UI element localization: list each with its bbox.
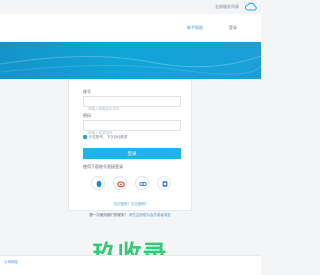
other-login-label: 使用下面账号直接登录: [83, 164, 123, 169]
account-label: 账号: [83, 89, 91, 94]
login-card: 账号 密码 记住账号，下次自动登录 登录 使用下面账号直接登录: [68, 79, 192, 211]
weibo-login-button[interactable]: [113, 176, 127, 190]
register-prompt: 第一次使用我们的服务？ 请先注册成为会员或者绑定: [68, 213, 192, 223]
top-utility-bar: 全部服务列表: [0, 0, 261, 14]
alipay-login-button[interactable]: [135, 176, 149, 190]
services-list-link[interactable]: 全部服务列表: [215, 4, 239, 10]
register-link[interactable]: 请先注册成为会员或者绑定: [129, 213, 171, 217]
qq-login-button[interactable]: [91, 176, 105, 190]
baidu-login-button[interactable]: [157, 176, 171, 190]
cloud-icon[interactable]: [245, 2, 257, 11]
alipay-icon: [138, 181, 147, 186]
password-label: 密码: [83, 113, 91, 118]
footer: 公司网站: [0, 255, 261, 275]
forgot-password-link[interactable]: 忘记密码？忘记密码？: [69, 202, 193, 207]
banner-decoration: [0, 55, 261, 75]
password-field-wrapper: [83, 120, 181, 138]
remember-checkbox[interactable]: [83, 135, 87, 139]
help-link[interactable]: 新手帮助: [187, 25, 203, 31]
account-field-wrapper: [83, 96, 181, 114]
remember-label: 记住账号，下次自动登录: [89, 134, 128, 139]
header: [0, 14, 261, 42]
footer-link[interactable]: 公司网站: [4, 260, 18, 265]
header-login-link[interactable]: 登录: [229, 25, 237, 31]
baidu-icon: [162, 180, 167, 187]
account-input[interactable]: [84, 104, 180, 114]
first-time-label: 第一次使用我们的服务？: [89, 213, 128, 217]
qq-icon: [96, 180, 101, 187]
login-button[interactable]: 登录: [83, 148, 181, 159]
weibo-icon: [116, 180, 125, 187]
login-page: 全部服务列表 新手帮助 登录 账号 密码 记住账号，下次自动登录 登录 使用下面…: [0, 0, 261, 275]
